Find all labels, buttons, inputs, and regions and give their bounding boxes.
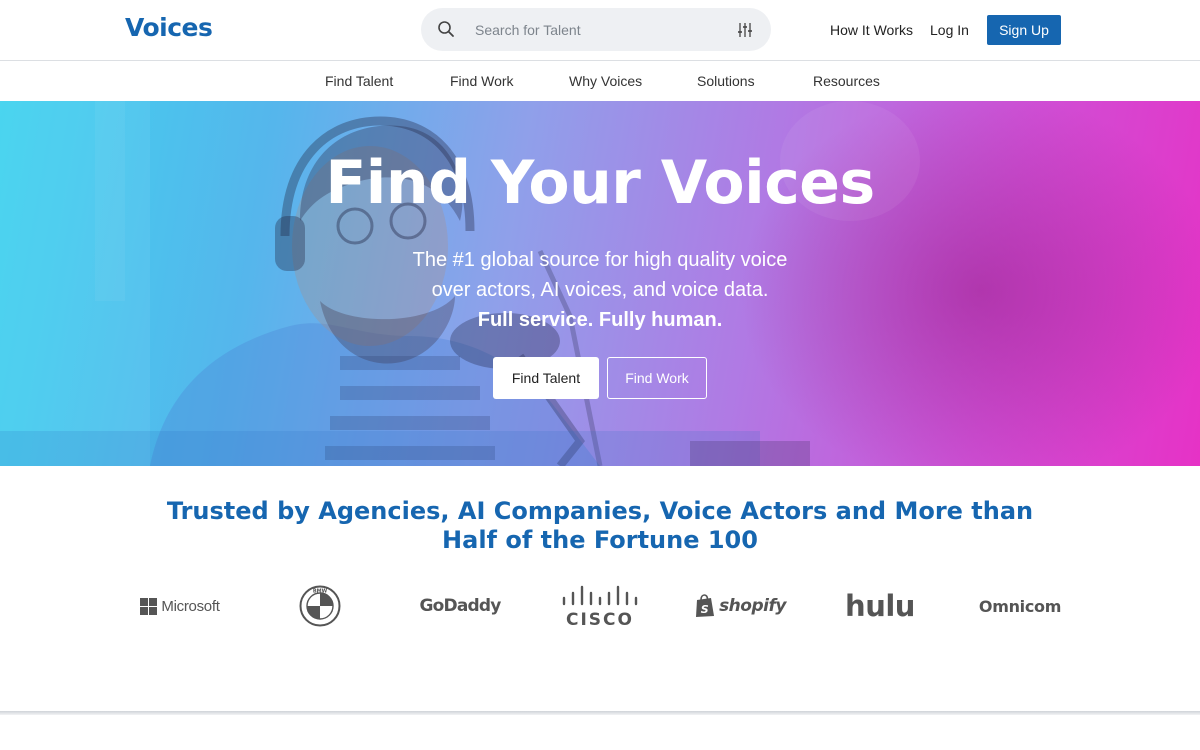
section-divider — [0, 711, 1200, 715]
hero-tagline: Full service. Fully human. — [477, 309, 723, 331]
search-input[interactable] — [475, 18, 725, 41]
shopify-bag-icon: S — [696, 594, 715, 617]
search-icon — [438, 21, 454, 37]
svg-text:S: S — [701, 603, 709, 616]
hero-subtitle-line-1: The #1 global source for high quality vo… — [412, 249, 788, 271]
shopify-wordmark: shopify — [719, 596, 786, 616]
hero-title: Find Your Voices — [325, 148, 875, 218]
nav-item-find-work[interactable]: Find Work — [450, 73, 514, 89]
microsoft-squares-icon — [140, 597, 158, 615]
hero-subtitle-line-2: over actors, AI voices, and voice data. — [431, 279, 769, 301]
cisco-logo: CISCO — [558, 584, 642, 628]
shopify-logo: S shopify — [690, 584, 790, 628]
find-talent-button[interactable]: Find Talent — [493, 357, 599, 399]
microsoft-wordmark: Microsoft — [161, 597, 220, 615]
cisco-wordmark: CISCO — [566, 610, 634, 628]
log-in-link[interactable]: Log In — [930, 22, 969, 38]
nav-item-find-talent[interactable]: Find Talent — [325, 73, 393, 89]
bmw-roundel-icon: BMW — [299, 585, 341, 627]
voices-logo[interactable]: Voices — [125, 13, 213, 42]
bmw-wordmark: BMW — [313, 589, 328, 595]
cisco-bars-icon: CISCO — [562, 585, 638, 628]
search-bar — [421, 8, 771, 51]
omnicom-logo: Omnicom — [978, 596, 1062, 616]
nav-item-resources[interactable]: Resources — [813, 73, 880, 89]
bmw-logo: BMW — [298, 584, 342, 628]
godaddy-logo: GoDaddy — [419, 596, 501, 616]
hero-banner: Find Your Voices The #1 global source fo… — [0, 101, 1200, 466]
filter-sliders-icon[interactable] — [737, 22, 753, 38]
hulu-logo: hulu — [845, 589, 915, 623]
find-work-button[interactable]: Find Work — [607, 357, 707, 399]
nav-item-why-voices[interactable]: Why Voices — [569, 73, 642, 89]
nav-item-solutions[interactable]: Solutions — [697, 73, 755, 89]
top-header: Voices How It Works Log In Sign Up — [0, 0, 1200, 61]
main-nav: Find Talent Find Work Why Voices Solutio… — [0, 61, 1200, 101]
trusted-heading: Trusted by Agencies, AI Companies, Voice… — [166, 497, 1034, 554]
microsoft-logo: Microsoft — [130, 584, 230, 628]
sign-up-button[interactable]: Sign Up — [987, 15, 1061, 45]
how-it-works-link[interactable]: How It Works — [830, 22, 913, 38]
